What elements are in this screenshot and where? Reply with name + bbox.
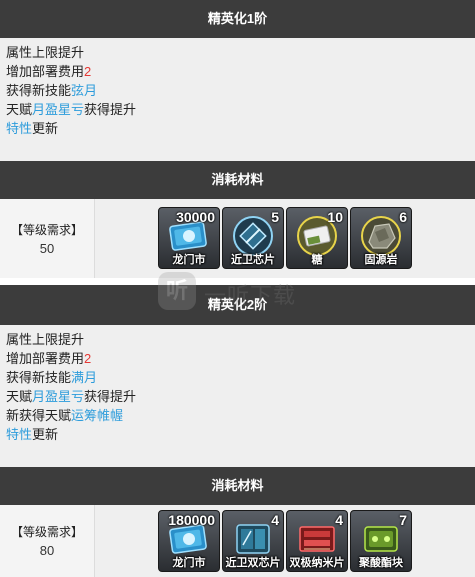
description-line: 增加部署费用2 [6, 62, 469, 81]
watermark: 听 一听下载 [158, 272, 318, 312]
description-text: 天赋 [6, 102, 33, 117]
section2-materials-title: 消耗材料 [211, 478, 264, 493]
description-text: 增加部署费用 [6, 64, 85, 79]
description-line: 获得新技能满月 [6, 368, 469, 387]
material-tile[interactable]: 10 糖 [286, 207, 348, 269]
description-text: 属性上限提升 [6, 45, 85, 60]
section1-description: 属性上限提升 增加部署费用2 获得新技能弦月 天赋月盈星亏获得提升 特性更新 [0, 38, 475, 161]
material-tile[interactable]: 7 聚酸酯块 [350, 510, 412, 572]
level-requirement-label: 【等级需求】 [10, 525, 83, 539]
material-name: 聚酸酯块 [359, 557, 403, 569]
highlight-term: 月盈星亏 [32, 102, 85, 117]
material-tile[interactable]: 5 近卫芯片 [222, 207, 284, 269]
material-name: 近卫芯片 [231, 254, 275, 266]
material-count: 10 [327, 209, 343, 225]
description-line: 属性上限提升 [6, 330, 469, 349]
highlight-term: 月盈星亏 [32, 389, 85, 404]
material-count: 180000 [168, 512, 215, 528]
description-text: 更新 [32, 121, 59, 136]
description-line: 获得新技能弦月 [6, 81, 469, 100]
watermark-text: 一听下载 [204, 283, 297, 308]
highlight-term: 特性 [6, 121, 33, 136]
description-text: 天赋 [6, 389, 33, 404]
level-requirement: 【等级需求】 50 [0, 199, 95, 278]
description-line: 属性上限提升 [6, 43, 469, 62]
section2-materials-header: 消耗材料 [0, 467, 475, 505]
material-tile[interactable]: 30000 龙门市 [158, 207, 220, 269]
description-text: 获得提升 [84, 389, 137, 404]
section2-materials-row: 【等级需求】 80 180000 龙门市 4 近卫双芯片 4 双极纳米片 7 聚酸酯块 [0, 505, 475, 577]
material-count: 4 [271, 512, 279, 528]
description-line: 天赋月盈星亏获得提升 [6, 100, 469, 119]
section2-description: 属性上限提升 增加部署费用2 获得新技能满月 天赋月盈星亏获得提升 新获得天赋运筹帷幄特… [0, 325, 475, 467]
description-text: 获得提升 [84, 102, 137, 117]
description-text: 增加部署费用 [6, 351, 85, 366]
material-tile[interactable]: 4 双极纳米片 [286, 510, 348, 572]
material-name: 固源岩 [364, 254, 398, 266]
highlight-term: 弦月 [71, 83, 98, 98]
description-text: 获得新技能 [6, 370, 72, 385]
material-count: 6 [399, 209, 407, 225]
description-line: 特性更新 [6, 425, 469, 444]
description-text: 获得新技能 [6, 83, 72, 98]
description-text: 新获得天赋 [6, 408, 72, 423]
description-line: 特性更新 [6, 119, 469, 138]
material-count: 7 [399, 512, 407, 528]
section1-materials-header: 消耗材料 [0, 161, 475, 199]
material-count: 30000 [176, 209, 215, 225]
level-requirement-label: 【等级需求】 [10, 223, 83, 237]
material-count: 5 [271, 209, 279, 225]
material-name: 龙门市 [172, 254, 206, 266]
material-name: 双极纳米片 [289, 557, 345, 569]
material-tile[interactable]: 180000 龙门市 [158, 510, 220, 572]
section1-header: 精英化1阶 [0, 0, 475, 38]
material-count: 4 [335, 512, 343, 528]
level-requirement-value: 50 [39, 241, 55, 256]
description-line: 新获得天赋运筹帷幄 [6, 406, 469, 425]
description-text: 更新 [32, 427, 59, 442]
material-tile[interactable]: 4 近卫双芯片 [222, 510, 284, 572]
cost-value: 2 [84, 351, 92, 366]
highlight-term: 运筹帷幄 [71, 408, 124, 423]
section1-materials-row: 【等级需求】 50 30000 龙门市 5 近卫芯片 10 糖 6 固源岩 [0, 199, 475, 278]
description-line: 天赋月盈星亏获得提升 [6, 387, 469, 406]
section1-title: 精英化1阶 [207, 11, 268, 26]
highlight-term: 满月 [71, 370, 98, 385]
watermark-logo-icon: 听 [158, 272, 196, 310]
material-name: 糖 [311, 254, 323, 266]
section1-materials-title: 消耗材料 [211, 172, 264, 187]
level-requirement-value: 80 [39, 543, 55, 558]
material-tile[interactable]: 6 固源岩 [350, 207, 412, 269]
cost-value: 2 [84, 64, 92, 79]
description-text: 属性上限提升 [6, 332, 85, 347]
highlight-term: 特性 [6, 427, 33, 442]
material-name: 近卫双芯片 [225, 557, 281, 569]
material-name: 龙门市 [172, 557, 206, 569]
description-line: 增加部署费用2 [6, 349, 469, 368]
level-requirement: 【等级需求】 80 [0, 505, 95, 577]
